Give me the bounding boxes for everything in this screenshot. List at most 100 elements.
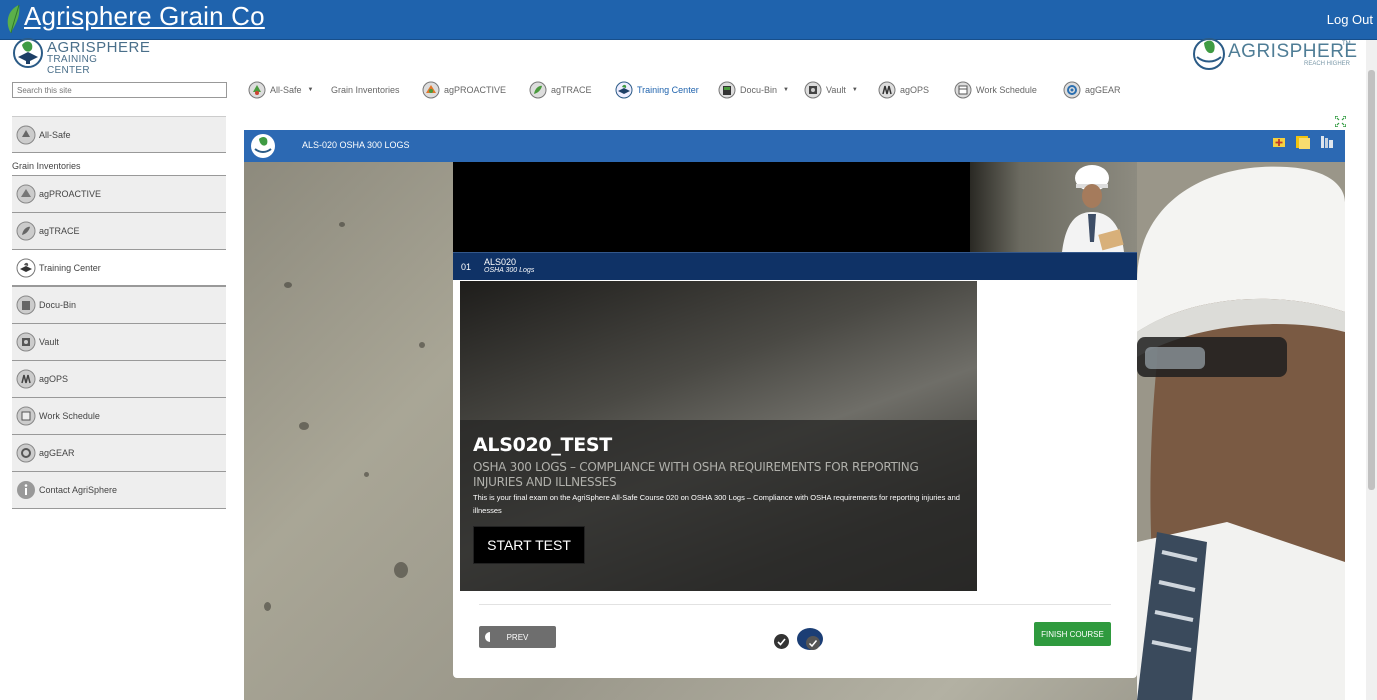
check-icon [806, 636, 820, 650]
lesson-banner [453, 162, 1137, 252]
fullscreen-icon[interactable] [1335, 116, 1346, 127]
agtrace-icon [16, 221, 36, 241]
top-bar: Agrisphere Grain Co Log Out [0, 0, 1377, 40]
sidebar-item-grain-inventories[interactable]: Grain Inventories [12, 153, 226, 176]
worker-photo [1137, 162, 1345, 700]
bg-spot [419, 342, 425, 348]
nav-item-grain-inventories[interactable]: Grain Inventories [331, 80, 400, 100]
sidebar-item-aggear[interactable]: agGEAR [12, 435, 226, 472]
trademark: TM [1342, 41, 1351, 47]
nav-label: All-Safe [270, 85, 302, 95]
page-scrollbar[interactable] [1366, 40, 1377, 700]
bg-spot [299, 422, 309, 430]
aggear-icon [1063, 81, 1081, 99]
vault-icon [804, 81, 822, 99]
sidebar-item-agtrace[interactable]: agTRACE [12, 213, 226, 250]
agproactive-icon [16, 184, 36, 204]
sidebar-item-contact-agrisphere[interactable]: Contact AgriSphere [12, 472, 226, 509]
sidebar-item-all-safe[interactable]: All-Safe [12, 116, 226, 153]
logo-right-title: AGRISPHERE [1228, 41, 1358, 62]
slide-subtitle: OSHA 300 LOGS – COMPLIANCE WITH OSHA REQ… [473, 460, 919, 489]
nav-item-vault[interactable]: Vault ▼ [804, 80, 858, 100]
nav-item-docu-bin[interactable]: Docu-Bin ▼ [718, 80, 789, 100]
globe-logo-icon [1193, 38, 1225, 70]
nav-label: agGEAR [1085, 85, 1121, 95]
prev-label: PREV [506, 632, 529, 642]
progress-dot-completed[interactable] [774, 634, 789, 649]
scrollbar-thumb[interactable] [1368, 70, 1375, 490]
worker-thumbnail [1062, 165, 1124, 252]
caret-down-icon[interactable]: ▼ [308, 87, 314, 93]
course-viewer: ALS-020 OSHA 300 LOGS 01 ALS020 OSHA 300… [244, 130, 1345, 700]
logo-right-tagline: REACH HIGHER [1304, 61, 1351, 67]
sidebar-item-label: Vault [39, 337, 59, 347]
search-input[interactable] [12, 82, 227, 98]
finish-course-button[interactable]: FINISH COURSE [1034, 622, 1111, 646]
info-icon [17, 481, 35, 499]
leaf-icon [7, 4, 20, 34]
course-title: ALS-020 OSHA 300 LOGS [302, 140, 410, 150]
sidebar-item-label: agTRACE [39, 226, 80, 236]
caret-down-icon[interactable]: ▼ [783, 87, 789, 93]
nav-item-agtrace[interactable]: agTRACE [529, 80, 592, 100]
bg-spot [364, 472, 369, 477]
caret-down-icon[interactable]: ▼ [852, 87, 858, 93]
sidebar-item-label: Training Center [39, 262, 101, 273]
agtrace-icon [529, 81, 547, 99]
sidebar-item-label: agOPS [39, 374, 69, 384]
nav-item-agops[interactable]: agOPS [878, 80, 929, 100]
course-header: ALS-020 OSHA 300 LOGS [244, 130, 1345, 162]
training-center-logo[interactable]: AGRISPHERE TRAINING CENTER [12, 37, 150, 76]
sidebar-item-label: Grain Inventories [12, 161, 81, 171]
agops-icon [16, 369, 36, 389]
bg-spot [284, 282, 292, 288]
lesson-number: 01 [461, 262, 472, 272]
course-logo-icon [251, 134, 275, 158]
all-safe-icon [16, 125, 36, 144]
sidebar-item-work-schedule[interactable]: Work Schedule [12, 398, 226, 435]
lesson-subtitle: OSHA 300 Logs [484, 267, 535, 274]
prev-icon [485, 632, 490, 642]
agops-icon [878, 81, 896, 99]
test-slide: ALS020_TEST OSHA 300 LOGS – COMPLIANCE W… [460, 281, 977, 591]
nav-item-all-safe[interactable]: All-Safe ▼ [248, 80, 313, 100]
logout-link[interactable]: Log Out [1327, 12, 1373, 27]
lesson-code: ALS020 [484, 257, 517, 267]
slide-description: This is your final exam on the AgriSpher… [473, 493, 960, 515]
sidebar-item-label: agPROACTIVE [39, 189, 102, 199]
notes-icon[interactable] [1295, 134, 1311, 150]
sidebar-item-label: Docu-Bin [39, 300, 77, 310]
sidebar-item-agproactive[interactable]: agPROACTIVE [12, 176, 226, 213]
sidebar-item-label: All-Safe [39, 129, 71, 140]
nav-item-training-center[interactable]: Training Center [615, 80, 699, 100]
all-safe-icon [248, 81, 266, 99]
sidebar-item-training-center[interactable]: Training Center [12, 250, 226, 287]
course-panel: 01 ALS020 OSHA 300 Logs ALS020_TEST OSHA… [453, 162, 1137, 678]
training-center-icon [615, 81, 633, 99]
nav-item-agproactive[interactable]: agPROACTIVE [422, 80, 506, 100]
agproactive-icon [422, 81, 440, 99]
nav-item-work-schedule[interactable]: Work Schedule [954, 80, 1037, 100]
prev-button[interactable]: PREV [479, 626, 556, 648]
sidebar-item-agops[interactable]: agOPS [12, 361, 226, 398]
bookmark-add-icon[interactable] [1271, 134, 1287, 150]
training-center-icon [16, 258, 36, 277]
banner-photo [970, 162, 1137, 252]
progress-dot-current[interactable] [797, 628, 823, 650]
work-schedule-icon [16, 406, 36, 426]
nav-label: agTRACE [551, 85, 592, 95]
sidebar-item-label: Work Schedule [39, 411, 100, 421]
agrisphere-logo: AGRISPHERE TM REACH HIGHER [1190, 37, 1357, 71]
start-test-button[interactable]: START TEST [473, 526, 585, 564]
resources-icon[interactable] [1319, 134, 1335, 150]
vault-icon [16, 332, 36, 352]
sidebar: All-Safe Grain Inventories agPROACTIVE a… [12, 116, 226, 509]
brand-title[interactable]: Agrisphere Grain Co [24, 1, 265, 32]
sidebar-item-docu-bin[interactable]: Docu-Bin [12, 287, 226, 324]
bg-spot [339, 222, 345, 227]
bg-spot [394, 562, 408, 578]
nav-item-aggear[interactable]: agGEAR [1063, 80, 1121, 100]
nav-label: agOPS [900, 85, 930, 95]
docu-bin-icon [16, 295, 36, 315]
sidebar-item-vault[interactable]: Vault [12, 324, 226, 361]
